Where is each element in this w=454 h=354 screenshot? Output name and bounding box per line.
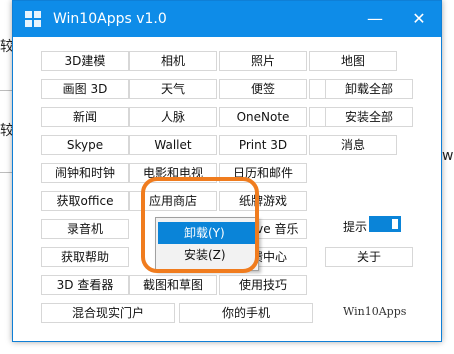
tips-toggle-label: 提示	[343, 220, 368, 234]
title-bar[interactable]: Win10Apps v1.0 — ✕	[13, 1, 441, 37]
app-button-weather[interactable]: 天气	[129, 79, 217, 99]
tips-toggle[interactable]	[369, 216, 401, 232]
install-all-button[interactable]: 安装全部	[325, 107, 413, 127]
app-button-your-phone[interactable]: 你的手机	[179, 303, 313, 323]
about-button[interactable]: 关于	[325, 247, 413, 267]
app-button-alarms-clock[interactable]: 闹钟和时钟	[41, 163, 129, 183]
app-button-photos[interactable]: 照片	[219, 51, 307, 71]
app-window: Win10Apps v1.0 — ✕ 3D建模 相机 照片 地图 画图 3D 天…	[12, 0, 442, 342]
background-text-fragment: w	[442, 148, 454, 164]
app-button-tips[interactable]: 使用技巧	[219, 275, 307, 295]
minimize-button[interactable]: —	[353, 1, 397, 37]
app-button-3d-builder[interactable]: 3D建模	[41, 51, 129, 71]
uninstall-all-button[interactable]: 卸载全部	[325, 79, 413, 99]
app-button-get-help[interactable]: 获取帮助	[41, 247, 129, 267]
app-button-sticky-notes[interactable]: 便签	[219, 79, 307, 99]
annotation-highlight-ring	[141, 177, 259, 273]
toggle-knob	[392, 219, 398, 229]
background-divider	[0, 172, 12, 173]
app-button-messaging[interactable]: 消息	[309, 135, 397, 155]
app-button-camera[interactable]: 相机	[129, 51, 217, 71]
app-button-people[interactable]: 人脉	[129, 107, 217, 127]
footer-brand: Win10Apps	[343, 305, 407, 318]
background-divider	[0, 90, 12, 91]
app-button-onenote[interactable]: OneNote	[219, 107, 307, 127]
app-button-snip-sketch[interactable]: 截图和草图	[129, 275, 217, 295]
app-button-wallet[interactable]: Wallet	[129, 135, 217, 155]
app-button-voice-recorder[interactable]: 录音机	[41, 219, 129, 239]
app-button-maps[interactable]: 地图	[309, 51, 397, 71]
app-button-get-office[interactable]: 获取office	[41, 191, 129, 211]
app-button-news[interactable]: 新闻	[41, 107, 129, 127]
app-button-print-3d[interactable]: Print 3D	[219, 135, 307, 155]
app-button-skype[interactable]: Skype	[41, 135, 129, 155]
app-button-paint-3d[interactable]: 画图 3D	[41, 79, 129, 99]
app-button-mixed-reality-portal[interactable]: 混合现实门户	[41, 303, 175, 323]
window-title: Win10Apps v1.0	[53, 11, 167, 27]
windows-logo-icon	[25, 11, 41, 27]
app-button-3d-viewer[interactable]: 3D 查看器	[41, 275, 129, 295]
close-button[interactable]: ✕	[397, 1, 441, 37]
